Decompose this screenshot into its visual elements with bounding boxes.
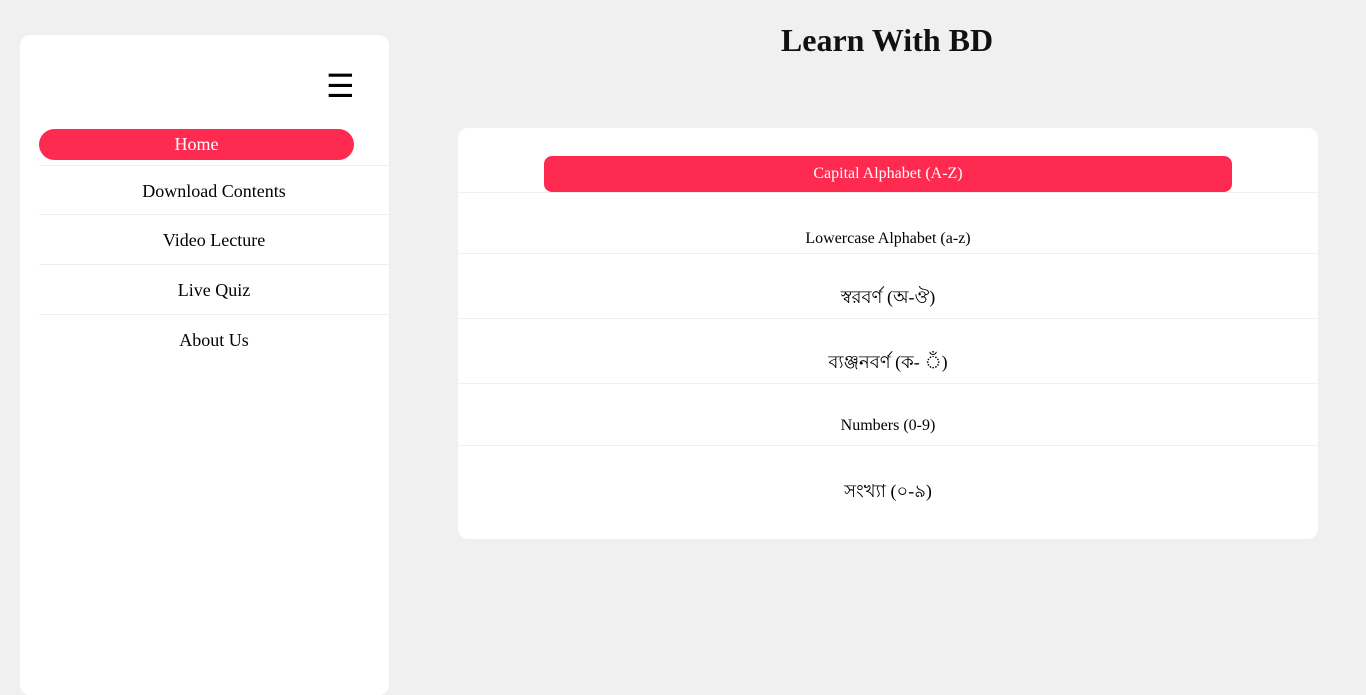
- lesson-numbers[interactable]: Numbers (0-9): [458, 384, 1318, 446]
- lesson-bangla-numbers[interactable]: সংখ্যা (০-৯): [458, 446, 1318, 508]
- content-card: Capital Alphabet (A-Z) Lowercase Alphabe…: [458, 128, 1318, 539]
- hamburger-menu-icon[interactable]: ☰: [326, 67, 355, 107]
- sidebar-nav: Home Download Contents Video Lecture Liv…: [39, 129, 389, 365]
- sidebar-item-home[interactable]: Home: [39, 129, 354, 160]
- sidebar-item-video-lecture[interactable]: Video Lecture: [39, 215, 389, 265]
- sidebar: ☰ Home Download Contents Video Lecture L…: [20, 35, 389, 695]
- sidebar-item-about-us[interactable]: About Us: [39, 315, 389, 365]
- sidebar-item-download-contents[interactable]: Download Contents: [39, 165, 389, 215]
- page-title: Learn With BD: [780, 22, 994, 58]
- lesson-lowercase-alphabet[interactable]: Lowercase Alphabet (a-z): [458, 192, 1318, 254]
- lesson-list: Capital Alphabet (A-Z) Lowercase Alphabe…: [458, 156, 1318, 508]
- sidebar-item-live-quiz[interactable]: Live Quiz: [39, 265, 389, 315]
- lesson-bangla-vowels[interactable]: স্বরবর্ণ (অ-ঔ): [458, 254, 1318, 319]
- lesson-bangla-consonants[interactable]: ব্যঞ্জনবর্ণ (ক- ঁ): [458, 319, 1318, 384]
- lesson-capital-alphabet[interactable]: Capital Alphabet (A-Z): [544, 156, 1232, 192]
